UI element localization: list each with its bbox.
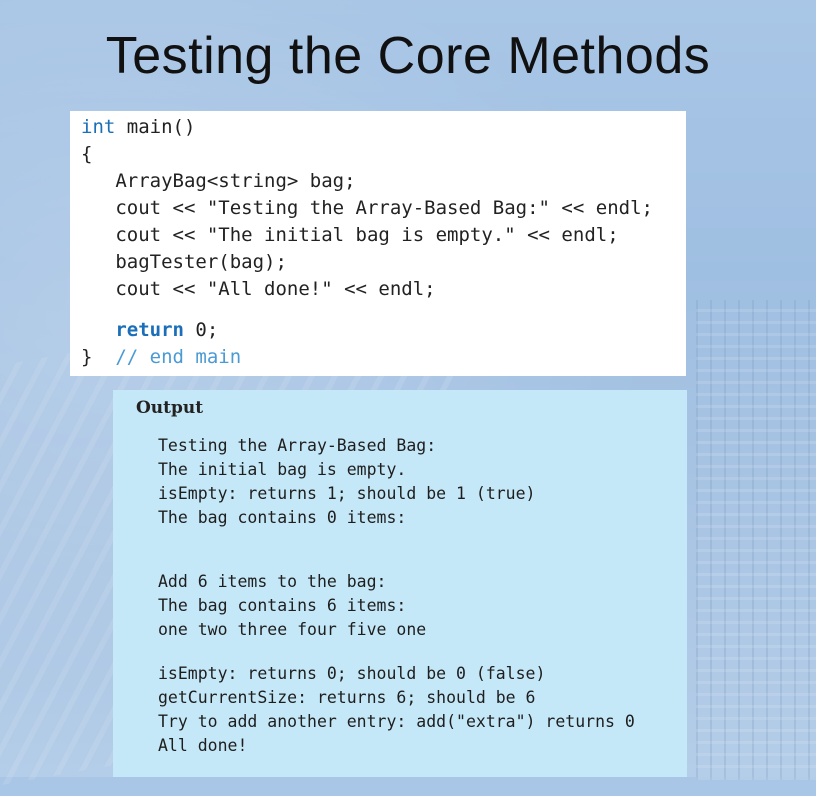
code-line-5: cout << "The initial bag is empty." << e… (81, 224, 619, 246)
code-line-6: bagTester(bag); (81, 251, 287, 273)
code-keyword-int: int (81, 116, 116, 138)
code-line-7: cout << "All done!" << endl; (81, 278, 436, 300)
code-line-4: cout << "Testing the Array-Based Bag:" <… (81, 197, 653, 219)
code-comment: // end main (115, 346, 242, 368)
code-text: 0; (183, 319, 219, 341)
output-line: Try to add another entry: add("extra") r… (158, 712, 635, 731)
code-text: main() (115, 116, 196, 138)
code-line-1: int main() (81, 115, 195, 139)
output-line: isEmpty: returns 0; should be 0 (false) (158, 664, 546, 683)
output-line: The bag contains 0 items: (158, 508, 407, 527)
output-line: Testing the Array-Based Bag: (158, 436, 437, 455)
output-panel: Output Testing the Array-Based Bag: The … (113, 390, 687, 777)
output-line: one two three four five one (158, 620, 427, 639)
output-heading: Output (136, 398, 204, 418)
code-line-2: { (81, 143, 93, 165)
code-keyword-return: return (115, 319, 184, 341)
code-listing: int main() { ArrayBag<string> bag; cout … (70, 111, 686, 376)
slide-title: Testing the Core Methods (105, 27, 711, 85)
output-line: The bag contains 6 items: (158, 596, 407, 615)
background-architecture-right (696, 300, 816, 780)
output-line: All done! (158, 736, 248, 755)
code-closing-brace: } (81, 346, 116, 368)
code-line-9: } // end main (81, 345, 241, 369)
output-line: getCurrentSize: returns 6; should be 6 (158, 688, 536, 707)
code-line-3: ArrayBag<string> bag; (81, 170, 356, 192)
output-line: isEmpty: returns 1; should be 1 (true) (158, 484, 536, 503)
code-line-8: return 0; (81, 318, 218, 342)
output-line: The initial bag is empty. (158, 460, 407, 479)
output-line: Add 6 items to the bag: (158, 572, 387, 591)
